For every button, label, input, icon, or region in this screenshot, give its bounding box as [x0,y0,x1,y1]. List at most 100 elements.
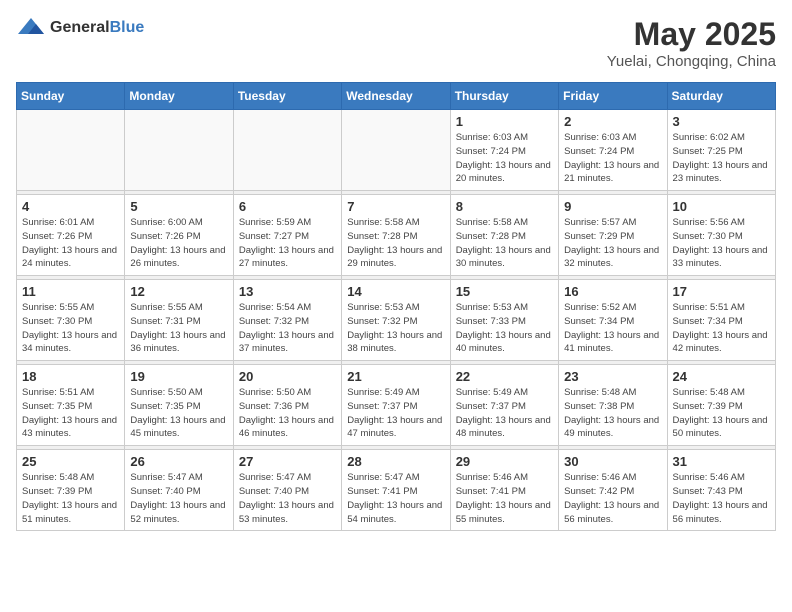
day-number: 6 [239,199,336,214]
calendar-cell: 3 Sunrise: 6:02 AM Sunset: 7:25 PM Daylig… [667,110,775,191]
day-number: 19 [130,369,227,384]
day-number: 24 [673,369,770,384]
day-info: Sunrise: 5:48 AM Sunset: 7:39 PM Dayligh… [22,471,119,526]
weekday-header: Monday [125,83,233,110]
calendar-cell: 21 Sunrise: 5:49 AM Sunset: 7:37 PM Dayli… [342,365,450,446]
calendar-cell: 13Sunrise: 5:54 AM Sunset: 7:32 PM Dayli… [233,280,341,361]
day-info: Sunrise: 6:02 AM Sunset: 7:25 PM Dayligh… [673,131,770,186]
day-info: Sunrise: 5:51 AM Sunset: 7:35 PM Dayligh… [22,386,119,441]
day-number: 20 [239,369,336,384]
day-info: Sunrise: 6:00 AM Sunset: 7:26 PM Dayligh… [130,216,227,271]
logo-general: General [50,19,110,36]
day-info: Sunrise: 5:47 AM Sunset: 7:41 PM Dayligh… [347,471,444,526]
calendar-cell: 17 Sunrise: 5:51 AM Sunset: 7:34 PM Dayli… [667,280,775,361]
calendar-cell: 9 Sunrise: 5:57 AM Sunset: 7:29 PM Daylig… [559,195,667,276]
calendar-cell: 26 Sunrise: 5:47 AM Sunset: 7:40 PM Dayli… [125,450,233,531]
calendar-cell: 14 Sunrise: 5:53 AM Sunset: 7:32 PM Dayli… [342,280,450,361]
calendar-cell [342,110,450,191]
day-info: Sunrise: 5:47 AM Sunset: 7:40 PM Dayligh… [239,471,336,526]
day-info: Sunrise: 5:54 AM Sunset: 7:32 PM Dayligh… [239,301,336,356]
day-number: 5 [130,199,227,214]
day-number: 28 [347,454,444,469]
day-number: 21 [347,369,444,384]
day-number: 11 [22,284,119,299]
day-info: Sunrise: 5:46 AM Sunset: 7:42 PM Dayligh… [564,471,661,526]
day-info: Sunrise: 5:55 AM Sunset: 7:31 PM Dayligh… [130,301,227,356]
day-number: 26 [130,454,227,469]
calendar-title: May 2025 [607,16,776,53]
logo-blue: Blue [110,19,145,36]
day-number: 31 [673,454,770,469]
day-info: Sunrise: 5:49 AM Sunset: 7:37 PM Dayligh… [347,386,444,441]
calendar-cell: 30Sunrise: 5:46 AM Sunset: 7:42 PM Dayli… [559,450,667,531]
day-number: 1 [456,114,553,129]
calendar-cell: 10 Sunrise: 5:56 AM Sunset: 7:30 PM Dayli… [667,195,775,276]
day-number: 17 [673,284,770,299]
calendar-cell: 2 Sunrise: 6:03 AM Sunset: 7:24 PM Daylig… [559,110,667,191]
logo-icon [16,16,46,40]
calendar-cell: 28 Sunrise: 5:47 AM Sunset: 7:41 PM Dayli… [342,450,450,531]
calendar-cell: 22Sunrise: 5:49 AM Sunset: 7:37 PM Dayli… [450,365,558,446]
calendar-cell: 23 Sunrise: 5:48 AM Sunset: 7:38 PM Dayli… [559,365,667,446]
calendar-cell: 6 Sunrise: 5:59 AM Sunset: 7:27 PM Daylig… [233,195,341,276]
calendar-cell: 4 Sunrise: 6:01 AM Sunset: 7:26 PM Daylig… [17,195,125,276]
day-info: Sunrise: 5:50 AM Sunset: 7:36 PM Dayligh… [239,386,336,441]
calendar-cell: 18 Sunrise: 5:51 AM Sunset: 7:35 PM Dayli… [17,365,125,446]
day-number: 8 [456,199,553,214]
calendar-cell: 12 Sunrise: 5:55 AM Sunset: 7:31 PM Dayli… [125,280,233,361]
weekday-header: Friday [559,83,667,110]
day-info: Sunrise: 5:47 AM Sunset: 7:40 PM Dayligh… [130,471,227,526]
calendar-cell: 1 Sunrise: 6:03 AM Sunset: 7:24 PM Daylig… [450,110,558,191]
day-info: Sunrise: 5:59 AM Sunset: 7:27 PM Dayligh… [239,216,336,271]
calendar-cell: 7Sunrise: 5:58 AM Sunset: 7:28 PM Daylig… [342,195,450,276]
day-info: Sunrise: 5:55 AM Sunset: 7:30 PM Dayligh… [22,301,119,356]
day-info: Sunrise: 5:46 AM Sunset: 7:43 PM Dayligh… [673,471,770,526]
day-number: 3 [673,114,770,129]
day-number: 12 [130,284,227,299]
day-info: Sunrise: 5:53 AM Sunset: 7:32 PM Dayligh… [347,301,444,356]
calendar-table: SundayMondayTuesdayWednesdayThursdayFrid… [16,82,776,531]
day-number: 23 [564,369,661,384]
weekday-header: Wednesday [342,83,450,110]
weekday-header: Thursday [450,83,558,110]
title-block: May 2025 Yuelai, Chongqing, China [607,16,776,70]
day-number: 18 [22,369,119,384]
calendar-cell: 5 Sunrise: 6:00 AM Sunset: 7:26 PM Daylig… [125,195,233,276]
calendar-cell: 29 Sunrise: 5:46 AM Sunset: 7:41 PM Dayli… [450,450,558,531]
day-info: Sunrise: 6:03 AM Sunset: 7:24 PM Dayligh… [456,131,553,186]
page-header: GeneralBlue May 2025 Yuelai, Chongqing, … [16,16,776,70]
day-number: 22 [456,369,553,384]
day-info: Sunrise: 5:46 AM Sunset: 7:41 PM Dayligh… [456,471,553,526]
calendar-cell: 15Sunrise: 5:53 AM Sunset: 7:33 PM Dayli… [450,280,558,361]
day-number: 27 [239,454,336,469]
calendar-cell: 8Sunrise: 5:58 AM Sunset: 7:28 PM Daylig… [450,195,558,276]
day-number: 7 [347,199,444,214]
day-number: 16 [564,284,661,299]
calendar-cell: 11 Sunrise: 5:55 AM Sunset: 7:30 PM Dayli… [17,280,125,361]
day-number: 2 [564,114,661,129]
day-info: Sunrise: 5:52 AM Sunset: 7:34 PM Dayligh… [564,301,661,356]
calendar-cell [233,110,341,191]
day-info: Sunrise: 6:01 AM Sunset: 7:26 PM Dayligh… [22,216,119,271]
calendar-cell: 25 Sunrise: 5:48 AM Sunset: 7:39 PM Dayli… [17,450,125,531]
day-info: Sunrise: 5:50 AM Sunset: 7:35 PM Dayligh… [130,386,227,441]
day-number: 29 [456,454,553,469]
day-info: Sunrise: 6:03 AM Sunset: 7:24 PM Dayligh… [564,131,661,186]
calendar-cell: 19 Sunrise: 5:50 AM Sunset: 7:35 PM Dayli… [125,365,233,446]
weekday-header: Sunday [17,83,125,110]
day-info: Sunrise: 5:56 AM Sunset: 7:30 PM Dayligh… [673,216,770,271]
day-number: 9 [564,199,661,214]
day-number: 14 [347,284,444,299]
day-number: 15 [456,284,553,299]
calendar-cell: 31 Sunrise: 5:46 AM Sunset: 7:43 PM Dayli… [667,450,775,531]
day-number: 25 [22,454,119,469]
calendar-cell: 16 Sunrise: 5:52 AM Sunset: 7:34 PM Dayli… [559,280,667,361]
day-info: Sunrise: 5:51 AM Sunset: 7:34 PM Dayligh… [673,301,770,356]
day-number: 4 [22,199,119,214]
day-info: Sunrise: 5:57 AM Sunset: 7:29 PM Dayligh… [564,216,661,271]
day-info: Sunrise: 5:48 AM Sunset: 7:38 PM Dayligh… [564,386,661,441]
day-number: 10 [673,199,770,214]
calendar-location: Yuelai, Chongqing, China [607,53,776,70]
calendar-cell: 24Sunrise: 5:48 AM Sunset: 7:39 PM Dayli… [667,365,775,446]
calendar-cell [125,110,233,191]
